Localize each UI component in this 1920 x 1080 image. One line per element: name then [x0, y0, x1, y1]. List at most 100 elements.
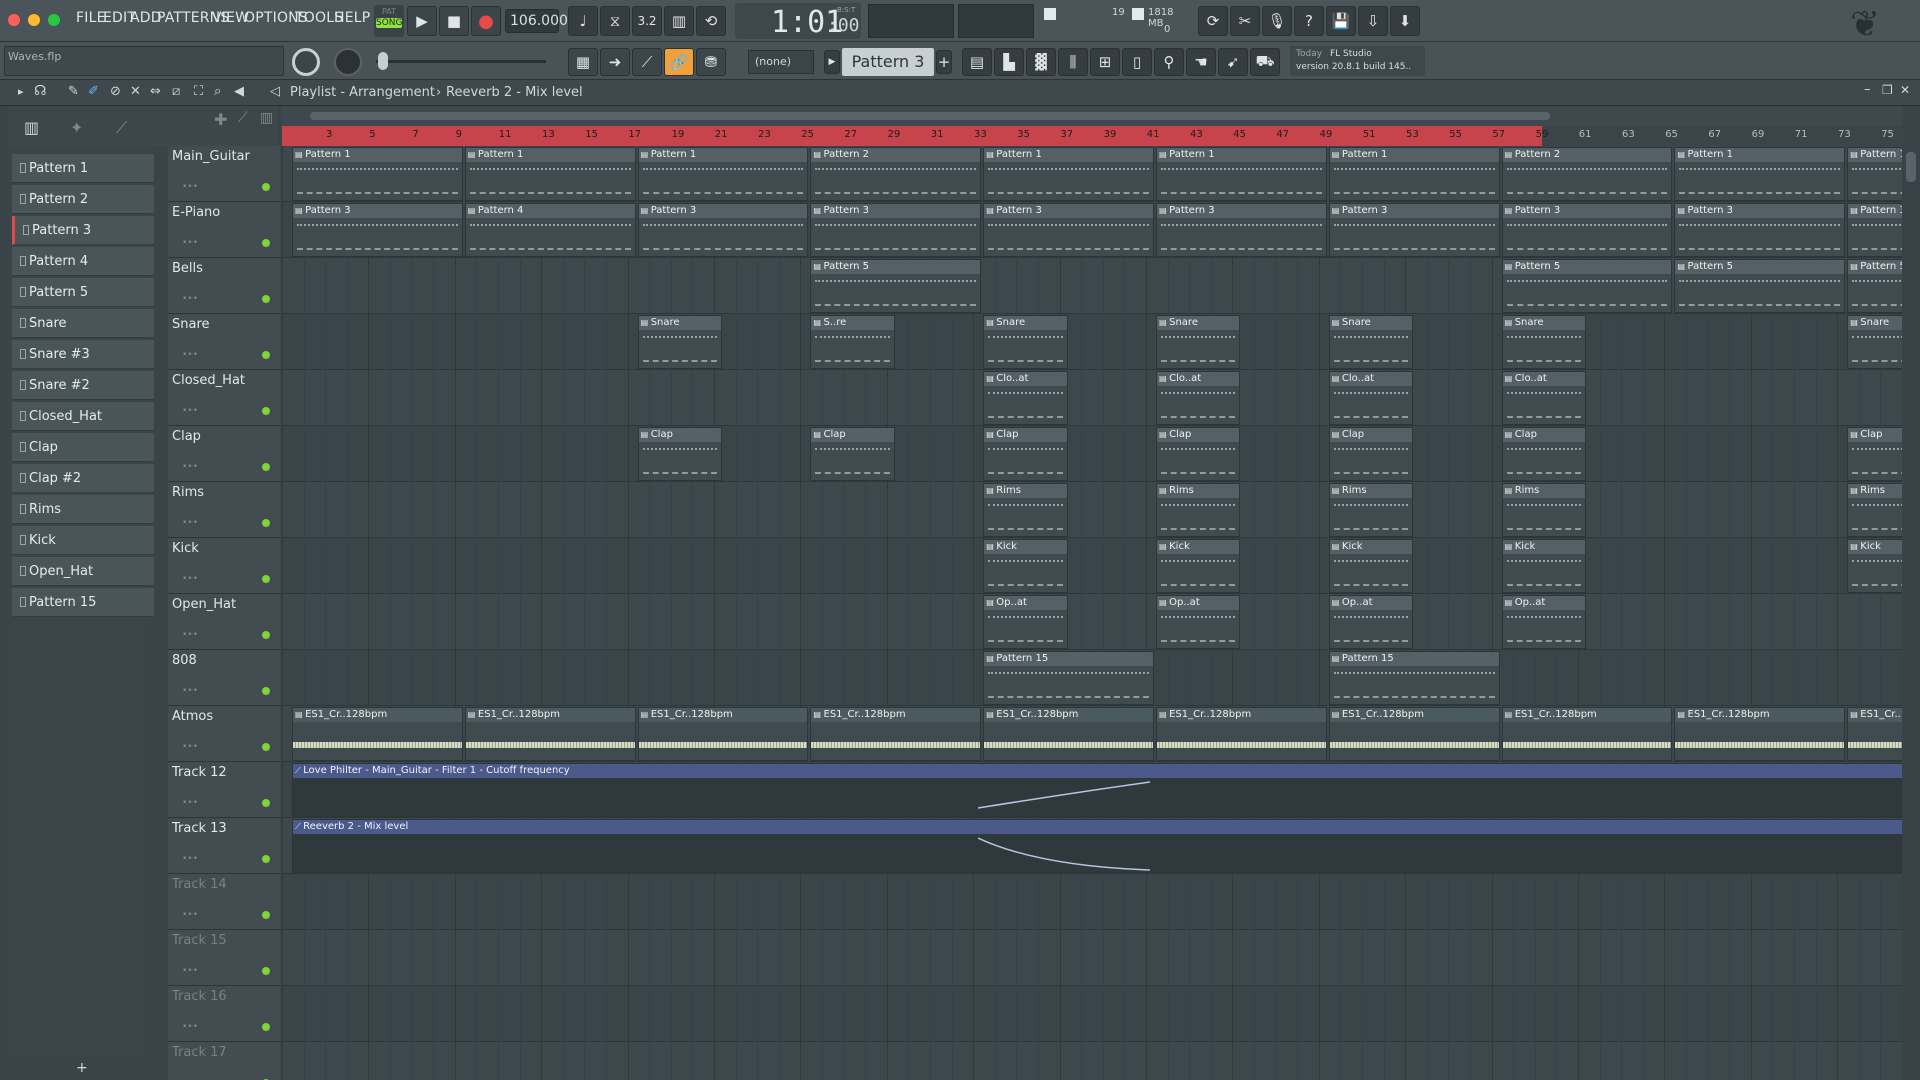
pattern-clip[interactable]: Clo..at [1501, 371, 1586, 425]
track-header[interactable]: Track 14 ••• [168, 874, 280, 930]
minimize-icon[interactable]: – [1864, 82, 1871, 97]
audio-clip[interactable]: ES1_Cr..128bpm [637, 707, 809, 761]
news-panel[interactable]: Today FL Studio version 20.8.1 build 145… [1290, 46, 1425, 76]
master-slider[interactable] [376, 60, 546, 63]
pattern-clip[interactable]: Pattern 3 [1328, 203, 1500, 257]
pattern-clip[interactable]: Snare [637, 315, 722, 369]
pattern-clip[interactable]: Clap [810, 427, 895, 481]
link-mode-button[interactable]: 🔗 [664, 48, 694, 76]
track-mute-led[interactable] [262, 1023, 270, 1031]
pattern-clip[interactable]: Pattern 1 [983, 147, 1154, 201]
track-lane[interactable] [282, 874, 1902, 930]
track-mute-led[interactable] [262, 855, 270, 863]
undo-history-button[interactable]: ⟳ [1198, 6, 1228, 36]
stamp-button[interactable]: ⛃ [696, 48, 726, 76]
menu-arrow-icon[interactable]: ▸ [18, 85, 24, 98]
track-header[interactable]: Atmos ••• [168, 706, 280, 762]
pattern-clip[interactable]: Clap [1156, 427, 1241, 481]
audio-view-icon[interactable]: ✦ [70, 118, 83, 137]
automation-clip[interactable]: Love Philter - Main_Guitar - Filter 1 - … [292, 763, 1902, 817]
pattern-clip[interactable]: Rims [983, 483, 1068, 537]
pattern-clip[interactable]: Pattern 1 [1156, 147, 1327, 201]
track-mute-led[interactable] [262, 967, 270, 975]
loop-region[interactable] [282, 126, 1542, 146]
track-header[interactable]: Main_Guitar ••• [168, 146, 280, 202]
piano-roll-button[interactable]: ▙ [994, 48, 1024, 76]
arrangement-grid[interactable]: Pattern 1Pattern 1Pattern 1Pattern 2Patt… [282, 146, 1902, 1080]
playlist-breadcrumb[interactable]: Playlist - Arrangement [290, 85, 435, 100]
pattern-clip[interactable]: Pattern 3 [1847, 203, 1902, 257]
track-header[interactable]: Track 16 ••• [168, 986, 280, 1042]
track-header[interactable]: Clap ••• [168, 426, 280, 482]
picker-item[interactable]: Kick [12, 526, 154, 555]
pattern-clip[interactable]: Clo..at [1328, 371, 1414, 425]
track-mute-led[interactable] [262, 295, 270, 303]
wait-input-button[interactable]: ⧖ [600, 6, 630, 36]
pattern-clip[interactable]: Pattern 5 [810, 259, 982, 313]
channel-rack-button[interactable]: ▓ [1026, 48, 1056, 76]
picker-item[interactable]: Snare #3 [12, 340, 154, 369]
pattern-clip[interactable]: Snare [1156, 315, 1241, 369]
pattern-clip[interactable]: Snare [1847, 315, 1902, 369]
menu-file[interactable]: FILE [76, 10, 106, 26]
track-header[interactable]: Bells ••• [168, 258, 280, 314]
pattern-clip[interactable]: Op..at [983, 595, 1068, 649]
help-button[interactable]: ? [1294, 6, 1324, 36]
minimize-window-button[interactable] [28, 14, 40, 26]
track-lane[interactable] [282, 370, 1902, 426]
close-window-button[interactable] [8, 14, 20, 26]
track-lane[interactable] [282, 426, 1902, 482]
track-header[interactable]: Open_Hat ••• [168, 594, 280, 650]
pattern-clip[interactable]: Pattern 5 [1501, 259, 1673, 313]
browser-button[interactable]: ⊞ [1090, 48, 1120, 76]
current-clip-source[interactable]: Reeverb 2 - Mix level [446, 85, 583, 100]
add-track-icon[interactable]: + [76, 1060, 88, 1076]
record-button[interactable]: ● [471, 6, 501, 36]
playback-tool-icon[interactable]: ◀ [234, 84, 244, 99]
track-lane[interactable] [282, 482, 1902, 538]
project-button[interactable]: ▯ [1122, 48, 1152, 76]
pattern-clip[interactable]: Op..at [1156, 595, 1241, 649]
pattern-clip[interactable]: Pattern 1 [637, 147, 809, 201]
file-name-field[interactable]: Waves.flp [4, 46, 284, 76]
pattern-clip[interactable]: Pattern 3 [1156, 203, 1327, 257]
pattern-clip[interactable]: Rims [1847, 483, 1902, 537]
automation-curve[interactable] [978, 836, 1178, 872]
picker-item[interactable]: Snare #2 [12, 371, 154, 400]
add-icon-small[interactable]: ✚ [214, 110, 227, 129]
track-header[interactable]: Track 12 ••• [168, 762, 280, 818]
pattern-clip[interactable]: Pattern 2 [810, 147, 982, 201]
mixer-button[interactable]: ⫼ [1058, 48, 1088, 76]
pattern-clip[interactable]: Pattern 3 [983, 203, 1154, 257]
audio-clip[interactable]: ES1_Cr..128bpm [292, 707, 463, 761]
pencil-small-icon[interactable]: ⟋ [238, 110, 248, 126]
slice-tool-icon[interactable]: ⧄ [172, 84, 180, 99]
automation-curve[interactable] [978, 780, 1178, 816]
pattern-clip[interactable]: Op..at [1328, 595, 1414, 649]
delete-tool-icon[interactable]: ⊘ [110, 84, 121, 99]
track-mute-led[interactable] [262, 911, 270, 919]
pattern-clip[interactable]: Pattern 1 [1328, 147, 1500, 201]
pattern-clip[interactable]: Kick [1156, 539, 1241, 593]
vertical-scroll-thumb[interactable] [1906, 152, 1916, 182]
mute-tool-icon[interactable]: ✕ [130, 84, 141, 99]
pattern-clip[interactable]: Kick [1847, 539, 1902, 593]
menu-help[interactable]: HELP [334, 10, 370, 26]
track-header[interactable]: Track 13 ••• [168, 818, 280, 874]
audio-clip[interactable]: ES1_Cr..128bpm [464, 707, 636, 761]
audio-clip[interactable]: ES1_Cr..128bpm [1674, 707, 1846, 761]
picker-item[interactable]: Pattern 1 [12, 154, 154, 183]
pattern-clip[interactable]: Op..at [1501, 595, 1586, 649]
track-header[interactable]: Snare ••• [168, 314, 280, 370]
save-button[interactable]: 💾 [1326, 6, 1356, 36]
picker-item[interactable]: Pattern 2 [12, 185, 154, 214]
step-seq-button[interactable]: ➜ [600, 48, 630, 76]
pattern-clip[interactable]: Pattern 1 [292, 147, 463, 201]
audio-clip[interactable]: ES1_Cr..128bpm [1156, 707, 1327, 761]
select-tool-icon[interactable]: ⛶ [194, 84, 203, 99]
brush-tool-icon[interactable]: ✐ [88, 84, 99, 99]
picker-item[interactable]: Snare [12, 309, 154, 338]
pattern-clip[interactable]: Pattern 4 [464, 203, 636, 257]
add-pattern-button[interactable]: + [936, 50, 952, 74]
track-mute-led[interactable] [262, 183, 270, 191]
